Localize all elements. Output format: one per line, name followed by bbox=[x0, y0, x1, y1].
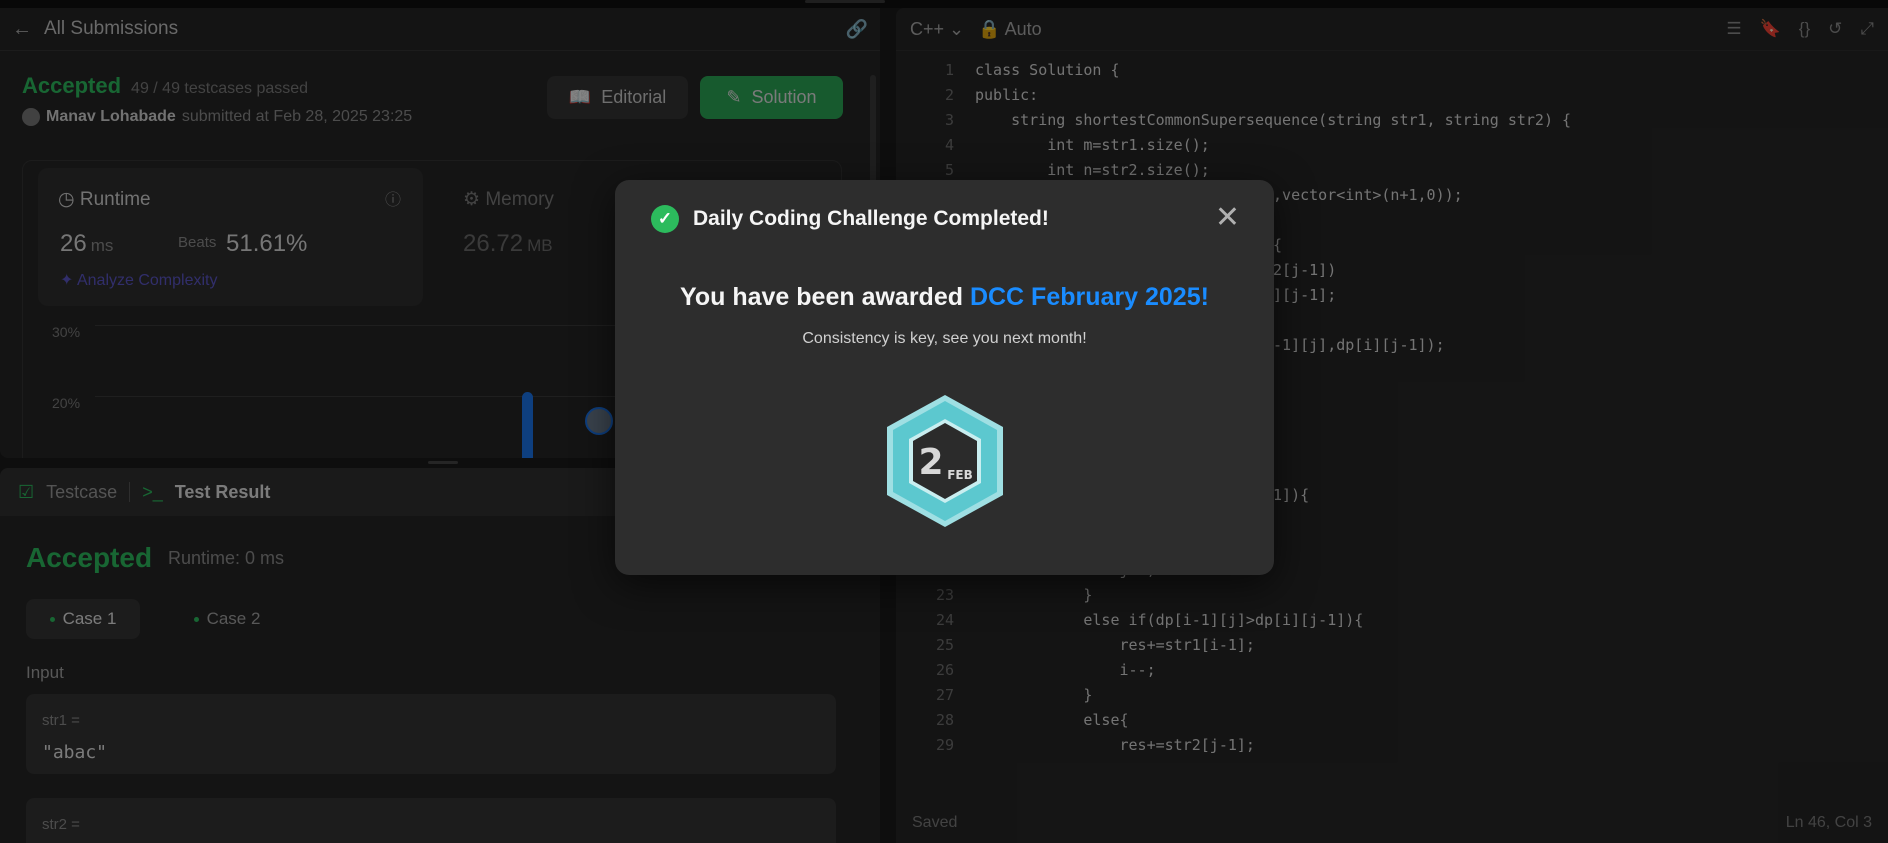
modal-subtitle: Consistency is key, see you next month! bbox=[802, 330, 1087, 347]
award-text: You have been awarded DCC February 2025! bbox=[615, 283, 1274, 312]
badge-number: 2 bbox=[918, 442, 943, 483]
modal-title: Daily Coding Challenge Completed! bbox=[693, 207, 1049, 230]
close-icon[interactable]: ✕ bbox=[1215, 200, 1240, 235]
award-prefix: You have been awarded bbox=[680, 283, 970, 311]
check-circle-icon: ✓ bbox=[651, 205, 679, 233]
dcc-modal: ✓ Daily Coding Challenge Completed! ✕ Yo… bbox=[615, 180, 1274, 575]
award-name[interactable]: DCC February 2025! bbox=[970, 283, 1209, 311]
dcc-badge-icon: 2 FEB bbox=[887, 395, 1003, 527]
badge-month: FEB bbox=[947, 468, 973, 482]
app-root: ← All Submissions 🔗 Accepted 49 / 49 tes… bbox=[0, 0, 1888, 843]
